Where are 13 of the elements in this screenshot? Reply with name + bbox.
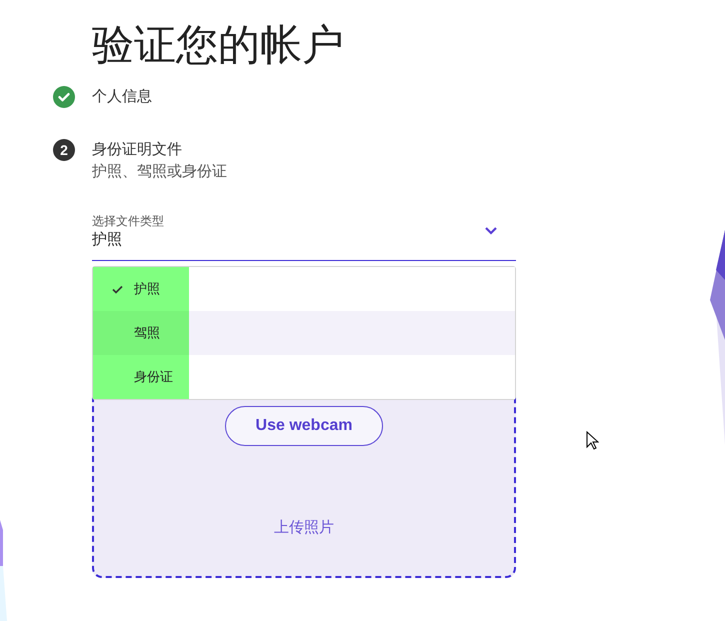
use-webcam-button[interactable]: Use webcam	[225, 406, 383, 446]
step-number: 2	[53, 139, 75, 161]
cursor-icon	[586, 431, 599, 450]
step-label: 身份证明文件	[92, 140, 183, 160]
dropdown-option[interactable]: 驾照	[93, 311, 515, 355]
page-title: 验证您的帐户	[92, 20, 345, 70]
document-type-select[interactable]: 选择文件类型 护照	[92, 213, 516, 261]
dropdown-option[interactable]: 护照	[93, 267, 515, 311]
step-label: 个人信息	[92, 87, 152, 107]
chevron-down-icon	[484, 226, 498, 235]
step-description: 护照、驾照或身份证	[92, 162, 227, 182]
dropdown-option[interactable]: 身份证	[93, 355, 515, 399]
upload-photo-link[interactable]: 上传照片	[274, 517, 334, 540]
